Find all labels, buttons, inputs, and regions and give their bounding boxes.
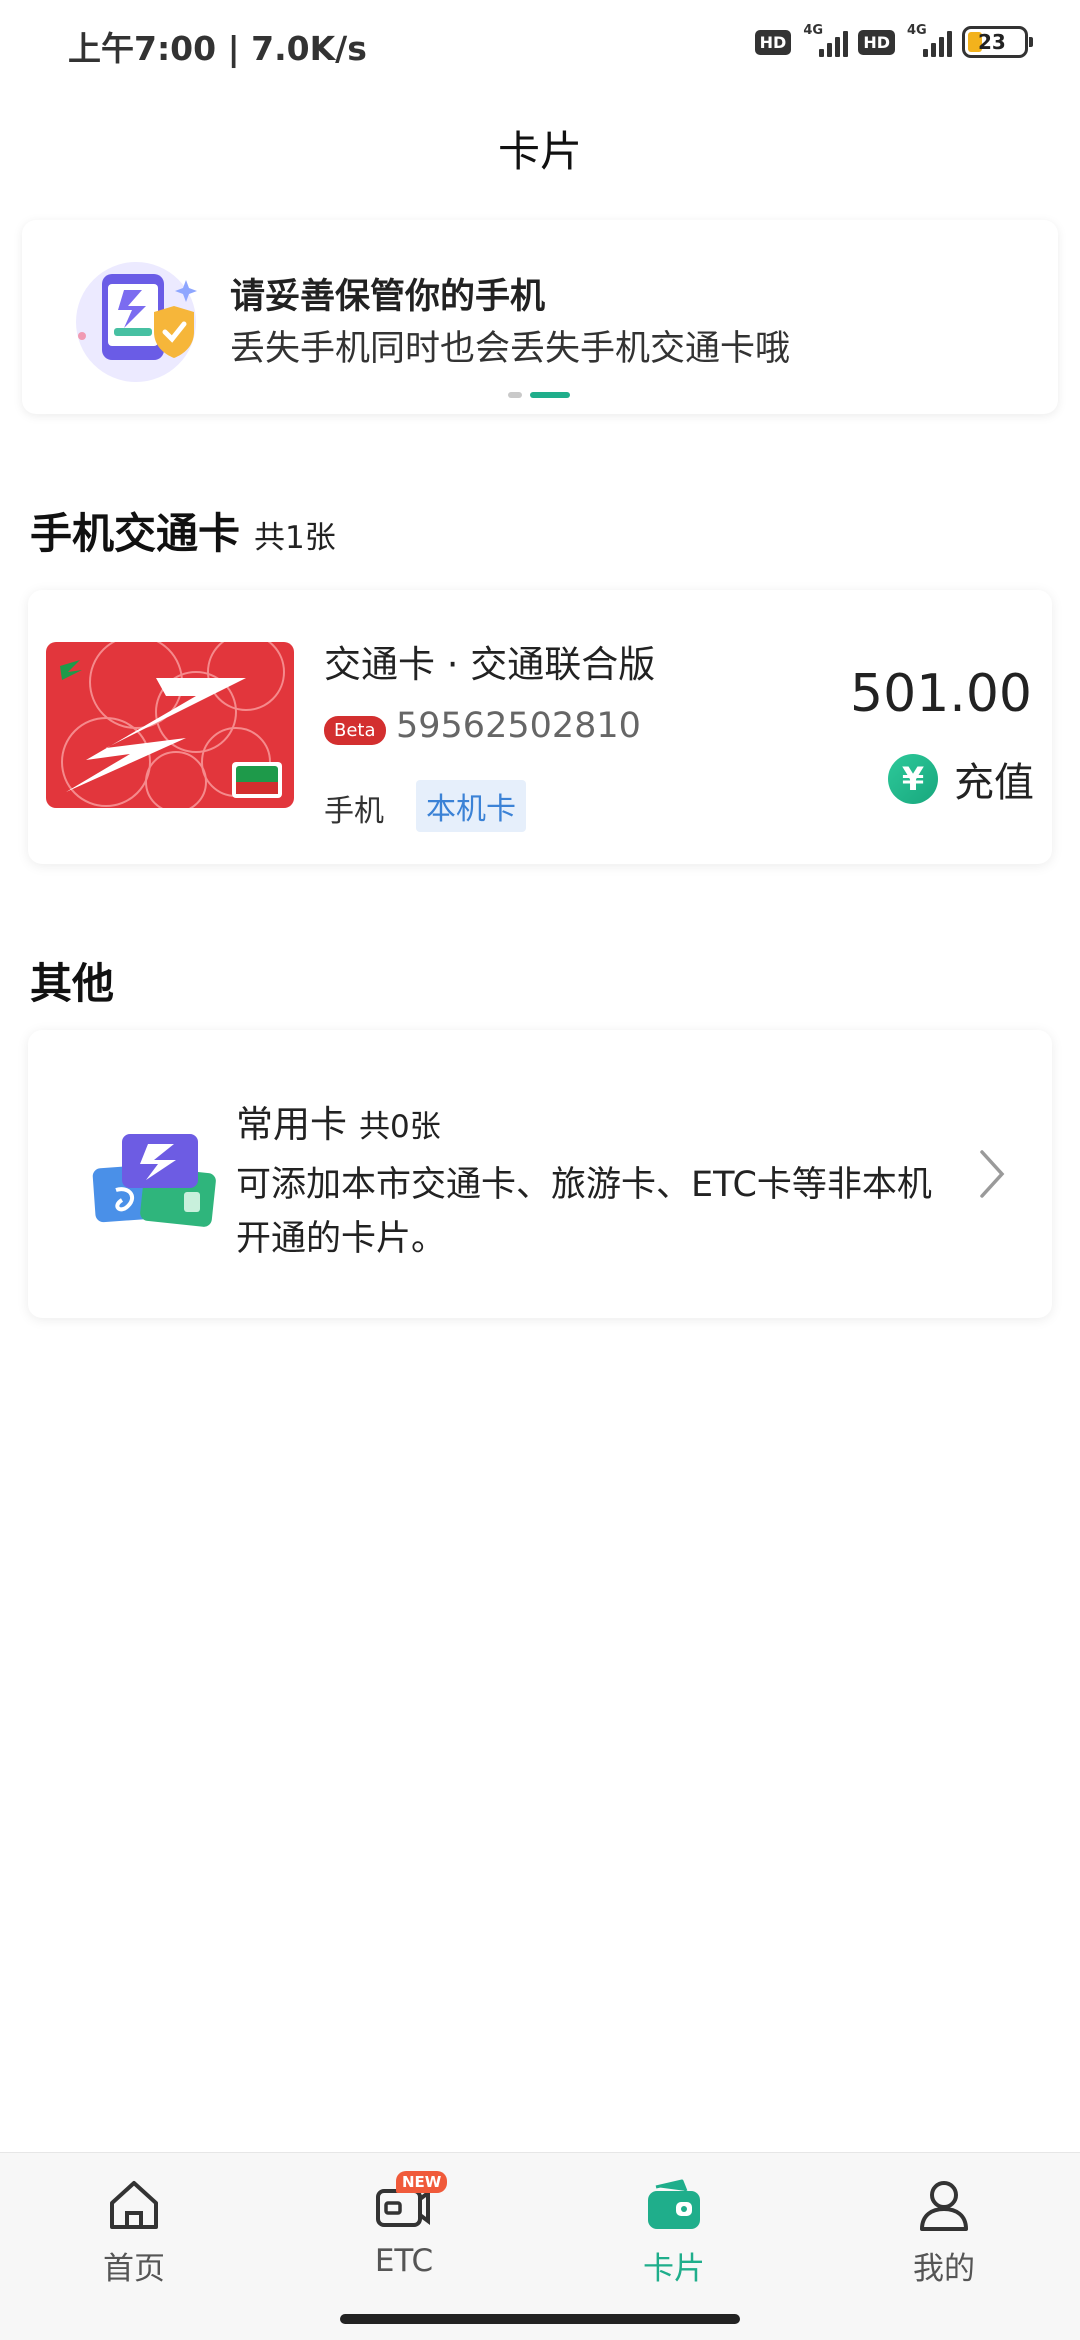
banner-title: 请妥善保管你的手机 [230, 277, 546, 317]
person-icon [920, 2181, 968, 2231]
card-device: 手机 [324, 794, 384, 829]
signal-icon: 4G [905, 23, 952, 57]
bottom-nav: 首页 ETC NEW 卡片 我的 [0, 2152, 1080, 2340]
nav-item-home[interactable]: 首页 [34, 2173, 234, 2288]
common-cards-description: 可添加本市交通卡、旅游卡、ETC卡等非本机开通的卡片。 [236, 1165, 932, 1259]
yen-icon: ¥ [888, 754, 938, 804]
common-cards-count: 共0张 [359, 1109, 441, 1145]
common-cards-item[interactable]: 常用卡 共0张 可添加本市交通卡、旅游卡、ETC卡等非本机开通的卡片。 [28, 1030, 1052, 1318]
status-bar: 上午7:00 | 7.0K/s HD 4G HD 4G 23 [0, 0, 1080, 90]
nav-label-etc: ETC [374, 2243, 434, 2279]
section-title-other: 其他 [30, 959, 115, 1008]
section-count: 共1张 [254, 520, 336, 556]
recharge-button[interactable]: ¥ 充值 [888, 750, 1034, 808]
cards-stack-icon [92, 1134, 216, 1227]
common-cards-label: 常用卡 [236, 1103, 347, 1146]
section-title-transit: 手机交通卡 共1张 [30, 500, 336, 561]
security-banner[interactable]: 请妥善保管你的手机 丢失手机同时也会丢失手机交通卡哦 [22, 220, 1058, 414]
card-name: 交通卡 · 交通联合版 [324, 643, 656, 686]
recharge-label: 充值 [954, 760, 1034, 806]
card-number: 59562502810 [396, 706, 641, 746]
transit-card[interactable]: 交通卡 · 交通联合版 Beta 59562502810 手机 本机卡 501.… [28, 590, 1052, 864]
hd-icon: HD [754, 29, 792, 55]
hd-icon: HD [858, 29, 895, 55]
screen: 上午7:00 | 7.0K/s HD 4G HD 4G 23 卡片 请妥善保管你… [0, 0, 1080, 2340]
banner-pager [508, 392, 570, 398]
nav-label-me: 我的 [913, 2251, 975, 2287]
beta-badge: Beta [324, 716, 386, 745]
common-cards-title: 常用卡 共0张 [236, 1094, 441, 1148]
phone-shield-icon [76, 262, 197, 382]
page-title: 卡片 [497, 127, 582, 176]
banner-subtitle: 丢失手机同时也会丢失手机交通卡哦 [230, 329, 791, 369]
local-card-tag: 本机卡 [416, 780, 526, 832]
battery-level: 23 [978, 30, 1006, 54]
signal-icon: 4G [801, 23, 849, 57]
card-balance: 501.00 [850, 664, 1032, 724]
card-image [46, 642, 294, 808]
section-title-text: 手机交通卡 [30, 509, 241, 558]
nav-label-cards: 卡片 [643, 2251, 705, 2287]
status-time: 上午7:00 | 7.0K/s [68, 29, 367, 68]
nav-label-home: 首页 [103, 2251, 165, 2287]
pager-dot-active [530, 392, 570, 398]
nav-item-cards[interactable]: 卡片 [574, 2173, 774, 2288]
battery-icon: 23 [962, 26, 1033, 58]
status-icons: HD 4G HD 4G 23 [754, 23, 1033, 58]
chevron-right-icon [980, 1150, 1005, 1198]
pager-dot [508, 392, 522, 398]
nav-item-me[interactable]: 我的 [844, 2173, 1044, 2288]
new-badge: NEW [396, 2171, 448, 2193]
home-icon [110, 2181, 158, 2229]
wallet-icon [648, 2179, 700, 2229]
home-indicator[interactable] [340, 2314, 740, 2324]
